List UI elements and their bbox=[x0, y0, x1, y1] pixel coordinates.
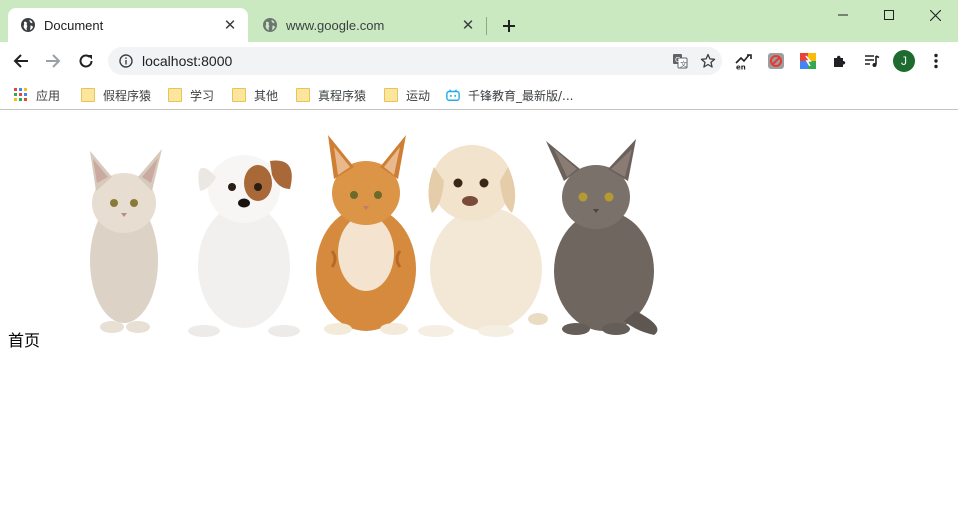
url-text[interactable]: localhost:8000 bbox=[142, 53, 666, 69]
svg-text:文: 文 bbox=[680, 60, 687, 69]
menu-button[interactable] bbox=[923, 48, 949, 74]
minimize-icon bbox=[838, 14, 848, 16]
forward-arrow-icon bbox=[46, 54, 61, 68]
extension-colorful-button[interactable] bbox=[795, 48, 821, 74]
folder-icon bbox=[168, 88, 182, 102]
cream-cat-illustration bbox=[90, 149, 162, 333]
translate-icon[interactable]: G 文 bbox=[666, 47, 694, 75]
red-extension-icon bbox=[768, 53, 784, 69]
bookmarks-bar: 应用 假程序猿 学习 其他 真程序猿 运动 千锋教育_最新版/... bbox=[0, 80, 958, 110]
puzzle-icon bbox=[834, 55, 846, 67]
orange-kitten-illustration bbox=[316, 135, 416, 335]
extension-en-button[interactable]: en bbox=[731, 48, 757, 74]
reload-button[interactable] bbox=[73, 48, 99, 74]
tab-divider bbox=[486, 17, 487, 35]
bookmark-apps[interactable]: 应用 bbox=[14, 85, 60, 105]
forward-button[interactable] bbox=[40, 48, 66, 74]
bookmark-star-icon[interactable] bbox=[694, 47, 722, 75]
maximize-icon bbox=[884, 10, 894, 20]
bookmark-label: 真程序猿 bbox=[318, 88, 367, 103]
close-window-button[interactable] bbox=[912, 0, 958, 30]
folder-icon bbox=[232, 88, 246, 102]
tab-title: www.google.com bbox=[286, 17, 385, 33]
extensions-button[interactable] bbox=[827, 48, 853, 74]
tab-strip: Document ✕ www.google.com ✕ bbox=[0, 0, 958, 42]
close-tab-icon[interactable]: ✕ bbox=[222, 17, 238, 33]
white-puppy-illustration bbox=[188, 155, 300, 337]
back-arrow-icon bbox=[13, 54, 28, 68]
maximize-button[interactable] bbox=[866, 0, 912, 30]
page-content: 首页 bbox=[0, 111, 958, 512]
more-vert-icon bbox=[934, 53, 938, 69]
bookmark-label: 运动 bbox=[406, 88, 431, 103]
bilibili-icon bbox=[446, 89, 460, 101]
bookmark-label: 学习 bbox=[190, 88, 215, 103]
bookmark-folder[interactable]: 假程序猿 bbox=[81, 85, 151, 105]
bookmark-folder[interactable]: 真程序猿 bbox=[296, 85, 366, 105]
bookmark-folder[interactable]: 其他 bbox=[232, 85, 278, 105]
en-extension-icon: en bbox=[735, 54, 752, 71]
pets-row-image bbox=[90, 135, 658, 337]
apps-grid-icon bbox=[14, 88, 27, 101]
back-button[interactable] bbox=[8, 48, 34, 74]
bookmark-folder[interactable]: 运动 bbox=[384, 85, 430, 105]
reload-icon bbox=[79, 54, 93, 68]
profile-avatar[interactable]: J bbox=[893, 50, 915, 72]
globe-icon bbox=[263, 18, 277, 32]
bookmark-bilibili[interactable]: 千锋教育_最新版/... bbox=[446, 85, 574, 105]
tab-document[interactable]: Document ✕ bbox=[8, 8, 248, 42]
folder-icon bbox=[81, 88, 95, 102]
playlist-icon bbox=[865, 55, 880, 67]
close-icon bbox=[929, 9, 941, 21]
labrador-puppy-illustration bbox=[418, 145, 548, 337]
colorful-extension-icon bbox=[800, 53, 816, 69]
bookmark-label: 千锋教育_最新版/... bbox=[468, 88, 574, 103]
close-tab-icon[interactable]: ✕ bbox=[460, 17, 476, 33]
plus-icon bbox=[503, 20, 515, 32]
bookmark-label: 其他 bbox=[254, 88, 279, 103]
bookmark-label: 应用 bbox=[36, 88, 61, 103]
home-link[interactable]: 首页 bbox=[8, 327, 40, 351]
media-controls-button[interactable] bbox=[859, 48, 885, 74]
svg-text:en: en bbox=[736, 64, 746, 71]
folder-icon bbox=[296, 88, 310, 102]
extension-red-button[interactable] bbox=[763, 48, 789, 74]
bookmark-folder[interactable]: 学习 bbox=[168, 85, 214, 105]
grey-cat-illustration bbox=[546, 139, 658, 335]
browser-toolbar: localhost:8000 G 文 en J bbox=[0, 42, 958, 80]
tab-google[interactable]: www.google.com ✕ bbox=[250, 8, 486, 42]
globe-icon bbox=[21, 18, 35, 32]
minimize-button[interactable] bbox=[820, 0, 866, 30]
folder-icon bbox=[384, 88, 398, 102]
info-icon[interactable] bbox=[118, 53, 134, 69]
address-bar[interactable]: localhost:8000 G 文 bbox=[108, 47, 722, 75]
bookmark-label: 假程序猿 bbox=[103, 88, 152, 103]
new-tab-button[interactable] bbox=[498, 15, 520, 37]
tab-title: Document bbox=[44, 17, 104, 33]
